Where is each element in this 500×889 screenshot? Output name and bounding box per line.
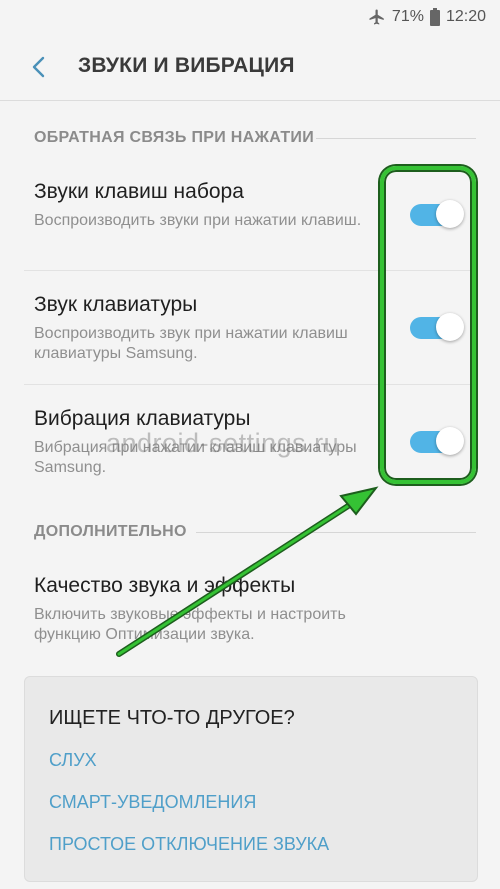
setting-subtitle: Вибрация при нажатии клавиш клавиатуры S… [34,439,357,476]
setting-title: Вибрация клавиатуры [34,407,251,430]
toggle-knob [436,200,464,228]
link-easy-mute[interactable]: ПРОСТОЕ ОТКЛЮЧЕНИЕ ЗВУКА [49,834,329,855]
page-title: ЗВУКИ И ВИБРАЦИЯ [78,54,295,77]
suggestion-title: ИЩЕТЕ ЧТО-ТО ДРУГОЕ? [49,707,295,729]
setting-row-dial-sounds[interactable]: Звуки клавиш набора Воспроизводить звуки… [0,158,500,270]
setting-subtitle: Воспроизводить звуки при нажатии клавиш. [34,212,362,229]
toggle-knob [436,313,464,341]
setting-subtitle: Воспроизводить звук при нажатии клавиш к… [34,325,348,362]
battery-percent: 71% [391,8,424,25]
app-bar: ЗВУКИ И ВИБРАЦИЯ [0,34,500,101]
section-header-feedback: ОБРАТНАЯ СВЯЗЬ ПРИ НАЖАТИИ [34,129,314,146]
back-button[interactable] [24,52,54,82]
toggle-knob [436,427,464,455]
airplane-mode-icon [368,8,386,26]
setting-title: Звуки клавиш набора [34,180,244,203]
section-header-additional: ДОПОЛНИТЕЛЬНО [34,523,187,540]
setting-title: Качество звука и эффекты [34,574,296,597]
keyboard-vibration-toggle[interactable] [410,427,464,455]
status-bar: 71% 12:20 [0,0,500,34]
link-hearing[interactable]: СЛУХ [49,750,97,771]
keyboard-sound-toggle[interactable] [410,313,464,341]
setting-row-keyboard-sound[interactable]: Звук клавиатуры Воспроизводить звук при … [0,271,500,384]
dial-sounds-toggle[interactable] [410,200,464,228]
section-divider [196,532,476,533]
setting-row-sound-quality[interactable]: Качество звука и эффекты Включить звуков… [0,552,500,662]
battery-icon [429,8,440,26]
setting-row-keyboard-vibration[interactable]: Вибрация клавиатуры Вибрация при нажатии… [0,385,500,497]
link-smart-notifications[interactable]: СМАРТ-УВЕДОМЛЕНИЯ [49,792,256,813]
suggestion-card: ИЩЕТЕ ЧТО-ТО ДРУГОЕ? СЛУХ СМАРТ-УВЕДОМЛЕ… [24,676,478,882]
back-arrow-icon [32,56,45,78]
setting-title: Звук клавиатуры [34,293,198,316]
section-divider [316,138,476,139]
setting-subtitle: Включить звуковые эффекты и настроить фу… [34,606,346,643]
clock: 12:20 [445,8,486,25]
